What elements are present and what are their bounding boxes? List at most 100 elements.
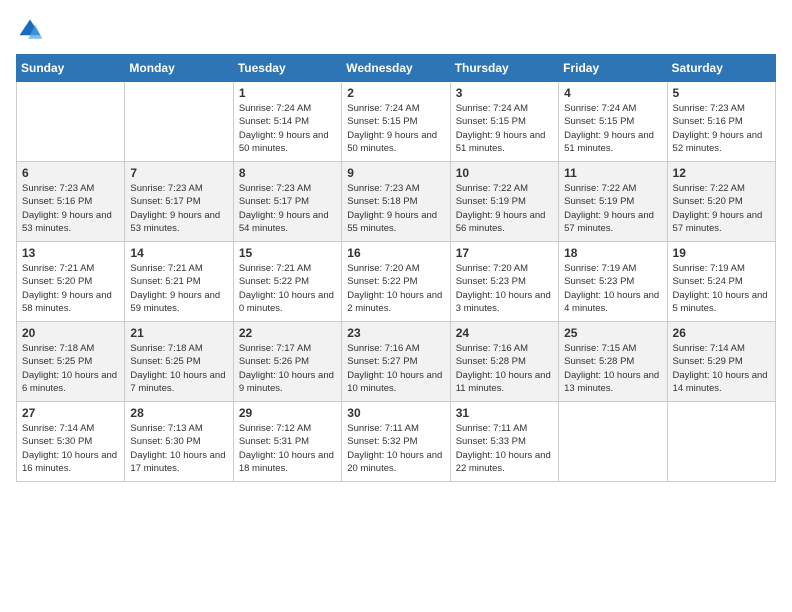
- day-number: 8: [239, 166, 336, 180]
- week-row-3: 13 Sunrise: 7:21 AM Sunset: 5:20 PM Dayli…: [17, 242, 776, 322]
- calendar-cell: 14Sunrise: 7:21 AM Sunset: 5:21 PM Dayli…: [125, 242, 233, 322]
- week-row-1: 1 Sunrise: 7:24 AM Sunset: 5:14 PM Daylig…: [17, 82, 776, 162]
- day-info: Sunrise: 7:24 AM Sunset: 5:15 PM Dayligh…: [564, 102, 661, 155]
- day-info: Sunrise: 7:16 AM Sunset: 5:28 PM Dayligh…: [456, 342, 553, 395]
- day-info: Sunrise: 7:20 AM Sunset: 5:22 PM Dayligh…: [347, 262, 444, 315]
- day-info: Sunrise: 7:24 AM Sunset: 5:14 PM Dayligh…: [239, 102, 336, 155]
- calendar-cell: 1 Sunrise: 7:24 AM Sunset: 5:14 PM Daylig…: [233, 82, 341, 162]
- calendar-cell: 27Sunrise: 7:14 AM Sunset: 5:30 PM Dayli…: [17, 402, 125, 482]
- day-number: 15: [239, 246, 336, 260]
- day-number: 14: [130, 246, 227, 260]
- day-header-tuesday: Tuesday: [233, 55, 341, 82]
- calendar-cell: 3 Sunrise: 7:24 AM Sunset: 5:15 PM Daylig…: [450, 82, 558, 162]
- calendar-cell: 26 Sunrise: 7:14 AM Sunset: 5:29 PM Dayli…: [667, 322, 775, 402]
- day-info: Sunrise: 7:20 AM Sunset: 5:23 PM Dayligh…: [456, 262, 553, 315]
- day-number: 16: [347, 246, 444, 260]
- calendar-cell: 11 Sunrise: 7:22 AM Sunset: 5:19 PM Dayli…: [559, 162, 667, 242]
- calendar-cell: 24 Sunrise: 7:16 AM Sunset: 5:28 PM Dayli…: [450, 322, 558, 402]
- calendar-cell: 17 Sunrise: 7:20 AM Sunset: 5:23 PM Dayli…: [450, 242, 558, 322]
- day-number: 7: [130, 166, 227, 180]
- calendar-cell: 12 Sunrise: 7:22 AM Sunset: 5:20 PM Dayli…: [667, 162, 775, 242]
- logo-icon: [16, 16, 44, 44]
- calendar-cell: 16 Sunrise: 7:20 AM Sunset: 5:22 PM Dayli…: [342, 242, 450, 322]
- day-info: Sunrise: 7:18 AM Sunset: 5:25 PM Dayligh…: [22, 342, 119, 395]
- day-info: Sunrise: 7:22 AM Sunset: 5:19 PM Dayligh…: [456, 182, 553, 235]
- day-number: 22: [239, 326, 336, 340]
- day-header-friday: Friday: [559, 55, 667, 82]
- week-row-2: 6Sunrise: 7:23 AM Sunset: 5:16 PM Daylig…: [17, 162, 776, 242]
- day-header-saturday: Saturday: [667, 55, 775, 82]
- day-info: Sunrise: 7:23 AM Sunset: 5:17 PM Dayligh…: [239, 182, 336, 235]
- day-info: Sunrise: 7:22 AM Sunset: 5:20 PM Dayligh…: [673, 182, 770, 235]
- day-number: 3: [456, 86, 553, 100]
- day-info: Sunrise: 7:16 AM Sunset: 5:27 PM Dayligh…: [347, 342, 444, 395]
- calendar-cell: 30Sunrise: 7:11 AM Sunset: 5:32 PM Dayli…: [342, 402, 450, 482]
- calendar-cell: 6Sunrise: 7:23 AM Sunset: 5:16 PM Daylig…: [17, 162, 125, 242]
- day-info: Sunrise: 7:22 AM Sunset: 5:19 PM Dayligh…: [564, 182, 661, 235]
- day-info: Sunrise: 7:11 AM Sunset: 5:33 PM Dayligh…: [456, 422, 553, 475]
- day-header-sunday: Sunday: [17, 55, 125, 82]
- day-number: 11: [564, 166, 661, 180]
- day-info: Sunrise: 7:14 AM Sunset: 5:30 PM Dayligh…: [22, 422, 119, 475]
- day-info: Sunrise: 7:18 AM Sunset: 5:25 PM Dayligh…: [130, 342, 227, 395]
- day-info: Sunrise: 7:24 AM Sunset: 5:15 PM Dayligh…: [347, 102, 444, 155]
- day-number: 28: [130, 406, 227, 420]
- calendar-cell: 28 Sunrise: 7:13 AM Sunset: 5:30 PM Dayli…: [125, 402, 233, 482]
- calendar-cell: 22 Sunrise: 7:17 AM Sunset: 5:26 PM Dayli…: [233, 322, 341, 402]
- day-info: Sunrise: 7:24 AM Sunset: 5:15 PM Dayligh…: [456, 102, 553, 155]
- calendar-cell: 25 Sunrise: 7:15 AM Sunset: 5:28 PM Dayli…: [559, 322, 667, 402]
- day-number: 12: [673, 166, 770, 180]
- day-number: 19: [673, 246, 770, 260]
- day-number: 2: [347, 86, 444, 100]
- day-number: 25: [564, 326, 661, 340]
- calendar-cell: 2 Sunrise: 7:24 AM Sunset: 5:15 PM Daylig…: [342, 82, 450, 162]
- calendar-table: SundayMondayTuesdayWednesdayThursdayFrid…: [16, 54, 776, 482]
- calendar-cell: 29 Sunrise: 7:12 AM Sunset: 5:31 PM Dayli…: [233, 402, 341, 482]
- day-header-monday: Monday: [125, 55, 233, 82]
- day-number: 26: [673, 326, 770, 340]
- calendar-cell: 5 Sunrise: 7:23 AM Sunset: 5:16 PM Daylig…: [667, 82, 775, 162]
- day-info: Sunrise: 7:21 AM Sunset: 5:20 PM Dayligh…: [22, 262, 119, 315]
- week-row-4: 20Sunrise: 7:18 AM Sunset: 5:25 PM Dayli…: [17, 322, 776, 402]
- day-info: Sunrise: 7:23 AM Sunset: 5:18 PM Dayligh…: [347, 182, 444, 235]
- day-info: Sunrise: 7:15 AM Sunset: 5:28 PM Dayligh…: [564, 342, 661, 395]
- calendar-cell: 23 Sunrise: 7:16 AM Sunset: 5:27 PM Dayli…: [342, 322, 450, 402]
- calendar-cell: 15Sunrise: 7:21 AM Sunset: 5:22 PM Dayli…: [233, 242, 341, 322]
- calendar-cell: 7 Sunrise: 7:23 AM Sunset: 5:17 PM Daylig…: [125, 162, 233, 242]
- day-number: 13: [22, 246, 119, 260]
- calendar-cell: [559, 402, 667, 482]
- calendar-cell: [667, 402, 775, 482]
- day-number: 1: [239, 86, 336, 100]
- day-number: 30: [347, 406, 444, 420]
- day-header-wednesday: Wednesday: [342, 55, 450, 82]
- calendar-cell: 13 Sunrise: 7:21 AM Sunset: 5:20 PM Dayli…: [17, 242, 125, 322]
- calendar-cell: 10 Sunrise: 7:22 AM Sunset: 5:19 PM Dayli…: [450, 162, 558, 242]
- day-info: Sunrise: 7:23 AM Sunset: 5:16 PM Dayligh…: [22, 182, 119, 235]
- day-info: Sunrise: 7:19 AM Sunset: 5:23 PM Dayligh…: [564, 262, 661, 315]
- page-header: [16, 16, 776, 44]
- calendar-cell: 20Sunrise: 7:18 AM Sunset: 5:25 PM Dayli…: [17, 322, 125, 402]
- day-info: Sunrise: 7:14 AM Sunset: 5:29 PM Dayligh…: [673, 342, 770, 395]
- day-info: Sunrise: 7:13 AM Sunset: 5:30 PM Dayligh…: [130, 422, 227, 475]
- day-number: 17: [456, 246, 553, 260]
- day-info: Sunrise: 7:23 AM Sunset: 5:17 PM Dayligh…: [130, 182, 227, 235]
- day-number: 24: [456, 326, 553, 340]
- calendar-cell: 19Sunrise: 7:19 AM Sunset: 5:24 PM Dayli…: [667, 242, 775, 322]
- day-info: Sunrise: 7:12 AM Sunset: 5:31 PM Dayligh…: [239, 422, 336, 475]
- calendar-cell: 9Sunrise: 7:23 AM Sunset: 5:18 PM Daylig…: [342, 162, 450, 242]
- calendar-header-row: SundayMondayTuesdayWednesdayThursdayFrid…: [17, 55, 776, 82]
- logo: [16, 16, 48, 44]
- day-number: 5: [673, 86, 770, 100]
- calendar-cell: 8 Sunrise: 7:23 AM Sunset: 5:17 PM Daylig…: [233, 162, 341, 242]
- calendar-cell: 21Sunrise: 7:18 AM Sunset: 5:25 PM Dayli…: [125, 322, 233, 402]
- day-number: 10: [456, 166, 553, 180]
- calendar-cell: 18 Sunrise: 7:19 AM Sunset: 5:23 PM Dayli…: [559, 242, 667, 322]
- day-info: Sunrise: 7:23 AM Sunset: 5:16 PM Dayligh…: [673, 102, 770, 155]
- week-row-5: 27Sunrise: 7:14 AM Sunset: 5:30 PM Dayli…: [17, 402, 776, 482]
- day-number: 23: [347, 326, 444, 340]
- day-number: 29: [239, 406, 336, 420]
- day-header-thursday: Thursday: [450, 55, 558, 82]
- calendar-cell: [17, 82, 125, 162]
- day-number: 18: [564, 246, 661, 260]
- day-info: Sunrise: 7:17 AM Sunset: 5:26 PM Dayligh…: [239, 342, 336, 395]
